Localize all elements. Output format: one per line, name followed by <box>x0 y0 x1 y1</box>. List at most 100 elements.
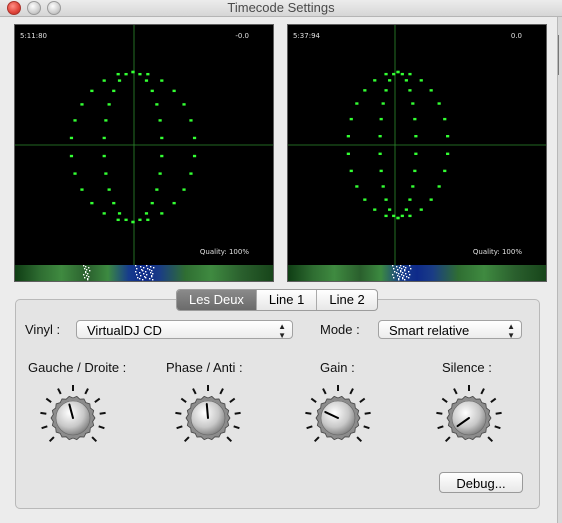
signal-noise-speck <box>83 265 85 267</box>
trace-dot <box>446 135 450 138</box>
trace-dot <box>349 169 353 173</box>
trace-dot <box>124 218 128 222</box>
knob-tick <box>305 411 312 415</box>
knob-label-gauche-droite: Gauche / Droite : <box>28 360 127 375</box>
knob-tick <box>234 411 241 415</box>
trace-dot <box>158 172 162 175</box>
trace-dot <box>396 70 400 74</box>
signal-noise-speck <box>84 277 86 279</box>
trace-dot <box>378 135 382 138</box>
trace-dot <box>414 135 418 138</box>
vinyl-select[interactable]: VirtualDJ CD ▲ ▼ <box>76 320 293 340</box>
mode-select[interactable]: Smart relative ▲ ▼ <box>378 320 522 340</box>
knob-tick <box>356 436 363 443</box>
tab-line-1[interactable]: Line 1 <box>257 290 318 310</box>
signal-noise-speck <box>153 267 155 269</box>
scope-left: 5:11:80 -0.0 Quality: 100% <box>14 24 274 282</box>
signal-noise-speck <box>86 269 88 271</box>
knob-tick <box>364 411 371 415</box>
window-edge <box>557 17 562 523</box>
signal-noise-speck <box>151 270 153 272</box>
trace-dot <box>104 172 108 175</box>
trace-dot <box>384 214 388 218</box>
knob-tick <box>48 436 55 443</box>
resize-grip[interactable] <box>558 35 562 75</box>
signal-noise-speck <box>137 277 139 279</box>
trace-dot <box>355 185 359 188</box>
knob-tick <box>359 397 366 403</box>
debug-button[interactable]: Debug... <box>439 472 523 493</box>
signal-noise-speck <box>83 274 85 276</box>
trace-dot <box>443 117 447 121</box>
knob-tick <box>84 388 89 395</box>
trace-dot <box>384 89 388 92</box>
signal-noise <box>83 265 155 281</box>
tab-les-deux[interactable]: Les Deux <box>177 290 257 310</box>
signal-noise-speck <box>393 277 395 279</box>
trace-dot <box>73 119 77 122</box>
trace-dot <box>419 79 423 82</box>
trace-dot <box>400 214 404 218</box>
tab-line-2[interactable]: Line 2 <box>317 290 376 310</box>
trace-dot <box>182 103 186 106</box>
trace-dot <box>138 218 142 222</box>
signal-noise-speck <box>143 267 145 269</box>
trace-dot <box>346 152 350 155</box>
trace-dot <box>373 79 377 82</box>
updown-arrows-icon: ▲ ▼ <box>507 321 515 340</box>
scope-offset: -0.0 <box>235 32 249 40</box>
signal-noise-speck <box>88 267 90 269</box>
trace-dot <box>107 103 111 106</box>
signal-noise-speck <box>398 279 400 281</box>
trace-dot <box>155 188 159 191</box>
trace-dot <box>116 72 120 76</box>
trace-dot <box>411 185 415 188</box>
knob-tick <box>229 397 236 403</box>
trace-dot <box>404 208 408 211</box>
trace-dot <box>413 117 417 121</box>
signal-noise-speck <box>400 265 402 267</box>
knob-tick <box>192 388 197 395</box>
signal-noise-speck <box>86 275 88 277</box>
signal-noise-speck <box>401 268 403 270</box>
trace-dot <box>384 198 388 201</box>
gauche-droite-knob[interactable] <box>38 383 108 453</box>
scope-left-plot <box>15 25 273 265</box>
signal-noise-speck <box>401 274 403 276</box>
signal-noise-speck <box>152 273 154 275</box>
trace-dot <box>107 188 111 191</box>
knob-tick <box>233 425 240 430</box>
signal-noise-speck <box>135 271 137 273</box>
trace-dot <box>381 102 385 105</box>
trace-dot <box>446 152 450 155</box>
scope-quality: Quality: 100% <box>199 248 249 256</box>
knob-tick <box>175 411 182 415</box>
scope-offset: 0.0 <box>510 32 522 40</box>
trace-dot <box>414 152 418 155</box>
knob-tick <box>310 397 317 403</box>
knob-tick <box>45 397 52 403</box>
knob-tick <box>98 425 105 430</box>
signal-noise-speck <box>140 266 142 268</box>
signal-noise-speck <box>142 270 144 272</box>
mode-select-value: Smart relative <box>389 323 470 338</box>
knob-tick <box>57 388 62 395</box>
window-title: Timecode Settings <box>227 0 335 15</box>
vinyl-label: Vinyl : <box>25 322 61 337</box>
knob-tick <box>306 425 313 430</box>
silence-knob[interactable] <box>434 383 504 453</box>
trace-dot <box>396 216 400 220</box>
trace-dot <box>69 154 74 158</box>
trace-dot <box>400 72 404 76</box>
trace-dot <box>379 169 383 173</box>
signal-noise-speck <box>85 272 87 274</box>
knob-tick <box>495 411 502 415</box>
trace-dot <box>429 89 433 92</box>
signal-noise-speck <box>139 272 141 274</box>
signal-noise-speck <box>135 265 137 267</box>
phase-anti-knob[interactable] <box>173 383 243 453</box>
trace-dot <box>150 201 154 205</box>
gain-knob[interactable] <box>303 383 373 453</box>
trace-dot <box>102 136 106 140</box>
signal-noise-speck <box>392 265 394 267</box>
